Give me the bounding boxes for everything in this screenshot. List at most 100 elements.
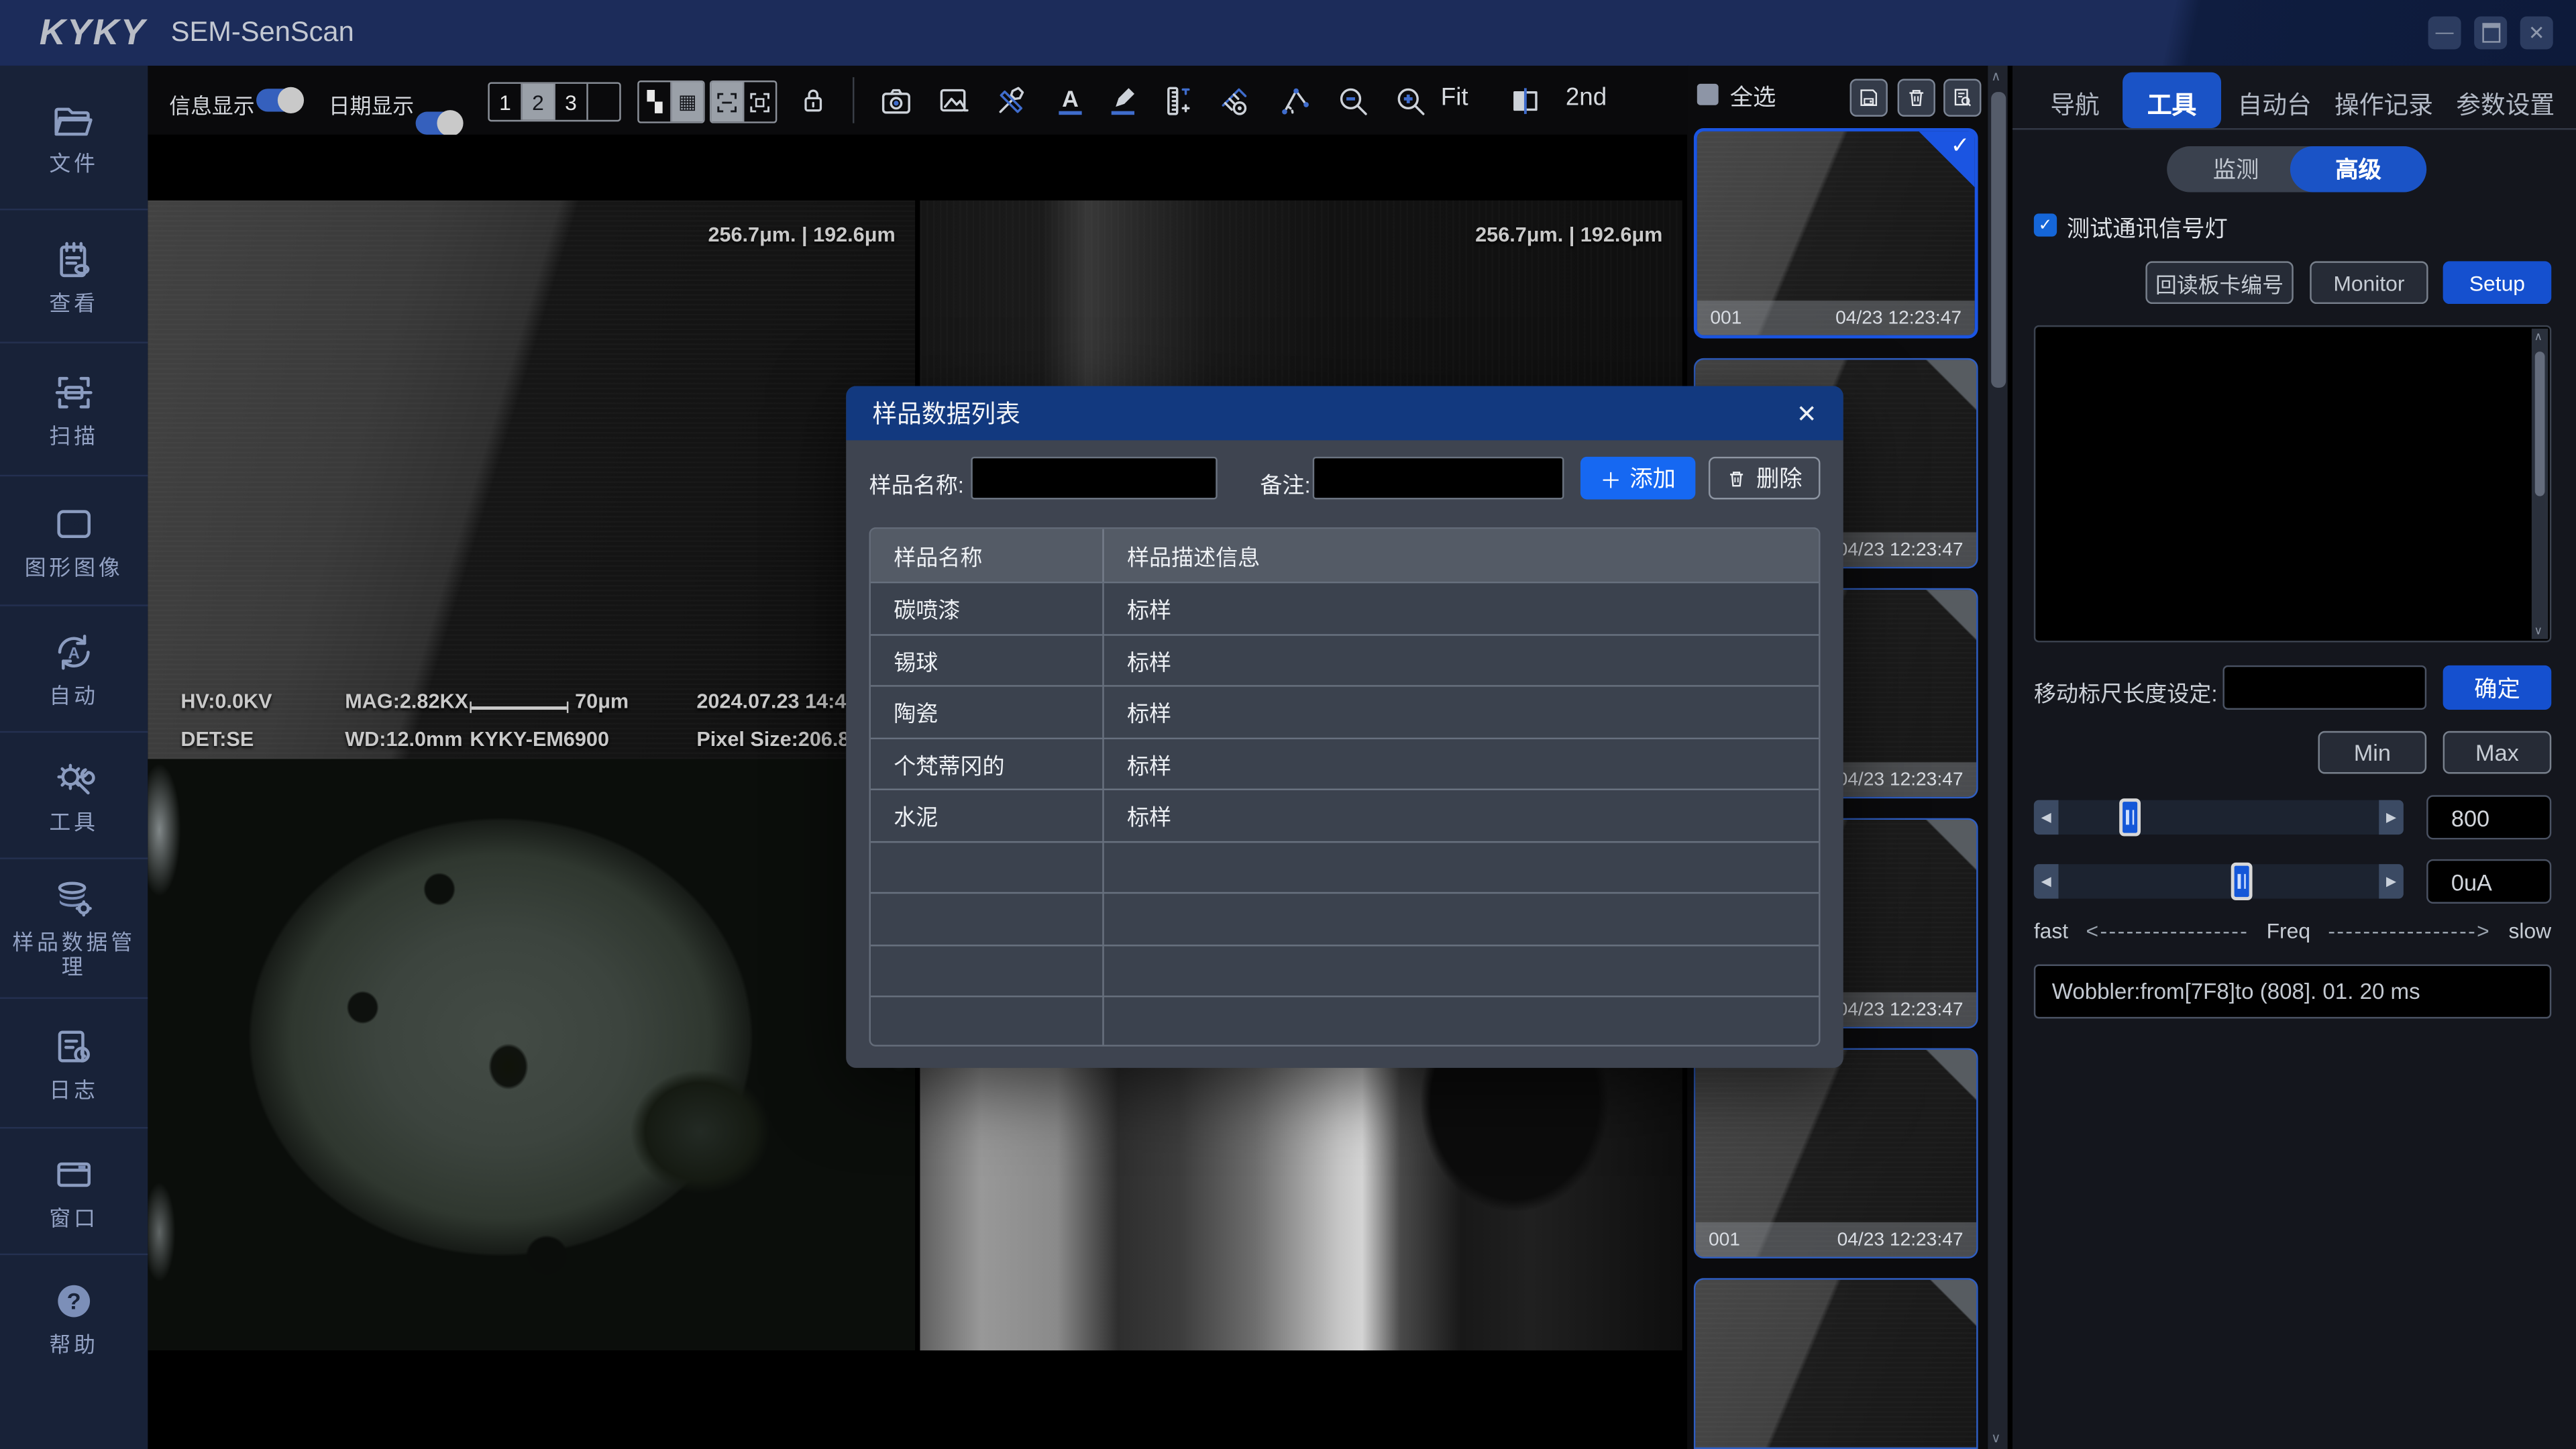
focus-minus-icon[interactable] <box>711 82 744 121</box>
pixel-mode-group: ▚ ▦ <box>637 80 704 123</box>
tab-tools[interactable]: 工具 <box>2147 87 2197 121</box>
ruler-measure-icon[interactable] <box>1157 80 1196 120</box>
lock-icon[interactable] <box>794 80 833 120</box>
select-all-checkbox[interactable] <box>1697 84 1719 105</box>
remark-input[interactable] <box>1313 457 1564 500</box>
second-button[interactable]: 2nd <box>1566 84 1607 112</box>
sidebar-item-view[interactable]: 查看 <box>0 210 148 343</box>
checker-sparse-icon[interactable]: ▚ <box>639 82 672 121</box>
checker-dense-icon[interactable]: ▦ <box>672 82 704 121</box>
view-4-button[interactable] <box>588 84 620 120</box>
thumbnail-item-selected[interactable]: ✓ 001 04/23 12:23:47 <box>1694 128 1978 338</box>
slider-track[interactable] <box>2059 800 2379 835</box>
table-row[interactable] <box>871 892 1819 944</box>
view-2-button[interactable]: 2 <box>523 84 555 120</box>
camera-capture-icon[interactable] <box>875 80 915 120</box>
monitor-button[interactable]: Monitor <box>2310 261 2428 304</box>
thumbnail-item[interactable]: 001 04/23 12:23:47 <box>1694 1048 1978 1258</box>
signal-test-checkbox[interactable]: ✓ <box>2034 213 2057 236</box>
tab-navigation[interactable]: 导航 <box>2050 87 2100 121</box>
date-display-toggle[interactable] <box>416 112 462 135</box>
sidebar-item-sample-data[interactable]: 样品数据管理 <box>0 859 148 999</box>
text-annotation-icon[interactable]: A <box>1050 80 1089 120</box>
trash-icon <box>1727 468 1746 489</box>
setup-button[interactable]: Setup <box>2443 261 2552 304</box>
scrollbar-thumb[interactable] <box>1990 92 2005 388</box>
sidebar-item-graphics[interactable]: 图形图像 <box>0 476 148 606</box>
sidebar-item-log[interactable]: 日志 <box>0 999 148 1128</box>
pen-icon[interactable] <box>1102 80 1142 120</box>
slider-left-arrow[interactable]: ◀ <box>2034 800 2059 835</box>
table-row[interactable]: 碳喷漆 标样 <box>871 582 1819 633</box>
sidebar-item-scan[interactable]: 扫描 <box>0 343 148 476</box>
slider-1-value[interactable]: 800 <box>2426 795 2551 839</box>
scroll-up-icon[interactable]: ∧ <box>2534 330 2543 343</box>
table-row[interactable]: 陶瓷 标样 <box>871 685 1819 737</box>
view-3-button[interactable]: 3 <box>555 84 588 120</box>
preview-thumbnails-button[interactable] <box>1943 79 1981 117</box>
contrast-icon[interactable] <box>1505 80 1544 120</box>
table-row[interactable]: 水泥 标样 <box>871 789 1819 841</box>
scroll-up-icon[interactable]: ∧ <box>1991 69 2000 84</box>
tab-parameters[interactable]: 参数设置 <box>2456 87 2555 121</box>
wd-value: WD:12.0mm <box>345 728 462 751</box>
focus-frame-icon[interactable] <box>744 82 775 121</box>
maximize-button[interactable] <box>2474 16 2507 49</box>
sample-name-input[interactable] <box>971 457 1217 500</box>
sidebar-item-tools[interactable]: 工具 <box>0 733 148 859</box>
delete-thumbnails-button[interactable] <box>1898 79 1935 117</box>
slider-track[interactable] <box>2059 864 2379 898</box>
ruler-length-input[interactable] <box>2222 665 2426 710</box>
chamber-camera-image[interactable] <box>148 759 915 1350</box>
thumbnail-item[interactable]: 001 04/23 12:23:47 <box>1694 1278 1978 1449</box>
slider-right-arrow[interactable]: ▶ <box>2379 864 2404 898</box>
sidebar-item-file[interactable]: 文件 <box>0 66 148 211</box>
sidebar-item-window[interactable]: 窗口 <box>0 1128 148 1255</box>
toolbar-divider <box>853 77 854 123</box>
max-button[interactable]: Max <box>2443 731 2552 774</box>
mode-monitor-option[interactable]: 监测 <box>2167 146 2305 193</box>
tools-icon[interactable] <box>991 80 1030 120</box>
zoom-in-icon[interactable] <box>1390 80 1430 120</box>
min-button[interactable]: Min <box>2318 731 2427 774</box>
slider-right-arrow[interactable]: ▶ <box>2379 800 2404 835</box>
save-thumbnails-button[interactable] <box>1850 79 1888 117</box>
view-1-button[interactable]: 1 <box>490 84 523 120</box>
mode-advanced-option[interactable]: 高级 <box>2290 146 2426 193</box>
tab-auto-stage[interactable]: 自动台 <box>2238 87 2312 121</box>
zoom-out-icon[interactable] <box>1332 80 1372 120</box>
sem-image-top-left[interactable]: 256.7μm. | 192.6μm HV:0.0KV MAG:2.82KX 7… <box>148 201 915 759</box>
scroll-down-icon[interactable]: ∨ <box>1991 1431 2000 1446</box>
info-display-toggle[interactable] <box>256 89 303 111</box>
readback-board-button[interactable]: 回读板卡编号 <box>2145 261 2293 304</box>
dialog-header[interactable]: 样品数据列表 ✕ <box>846 386 1843 441</box>
table-row[interactable]: 锡球 标样 <box>871 633 1819 685</box>
slider-handle[interactable] <box>2231 863 2253 900</box>
sidebar-item-help[interactable]: ? 帮助 <box>0 1255 148 1380</box>
slider-handle[interactable] <box>2119 798 2141 836</box>
slider-left-arrow[interactable]: ◀ <box>2034 864 2059 898</box>
confirm-button[interactable]: 确定 <box>2443 665 2552 710</box>
thumbnail-scrollbar[interactable]: ∧ ∨ <box>1988 66 2007 1449</box>
dialog-close-icon[interactable]: ✕ <box>1796 398 1817 428</box>
thumbnail-time: 04/23 12:23:47 <box>1837 769 1964 789</box>
fit-button[interactable]: Fit <box>1441 84 1468 112</box>
protractor-icon[interactable] <box>1214 80 1254 120</box>
console-output[interactable]: ∧ ∨ <box>2034 325 2551 643</box>
sidebar-item-auto[interactable]: A 自动 <box>0 606 148 733</box>
scroll-down-icon[interactable]: ∨ <box>2534 625 2543 638</box>
scrollbar-thumb[interactable] <box>2535 352 2545 496</box>
image-icon[interactable] <box>933 80 973 120</box>
close-button[interactable]: ✕ <box>2520 16 2553 49</box>
console-scrollbar[interactable]: ∧ ∨ <box>2532 329 2548 639</box>
slider-2-value[interactable]: 0uA <box>2426 859 2551 904</box>
table-row[interactable] <box>871 944 1819 996</box>
delete-sample-button[interactable]: 删除 <box>1709 457 1821 500</box>
tab-operation-log[interactable]: 操作记录 <box>2334 87 2433 121</box>
minimize-button[interactable]: — <box>2428 16 2461 49</box>
table-row[interactable]: 个梵蒂冈的 标样 <box>871 737 1819 788</box>
table-row[interactable] <box>871 996 1819 1046</box>
add-sample-button[interactable]: ＋ 添加 <box>1580 457 1695 500</box>
angle-measure-icon[interactable] <box>1275 80 1314 120</box>
table-row[interactable] <box>871 841 1819 892</box>
